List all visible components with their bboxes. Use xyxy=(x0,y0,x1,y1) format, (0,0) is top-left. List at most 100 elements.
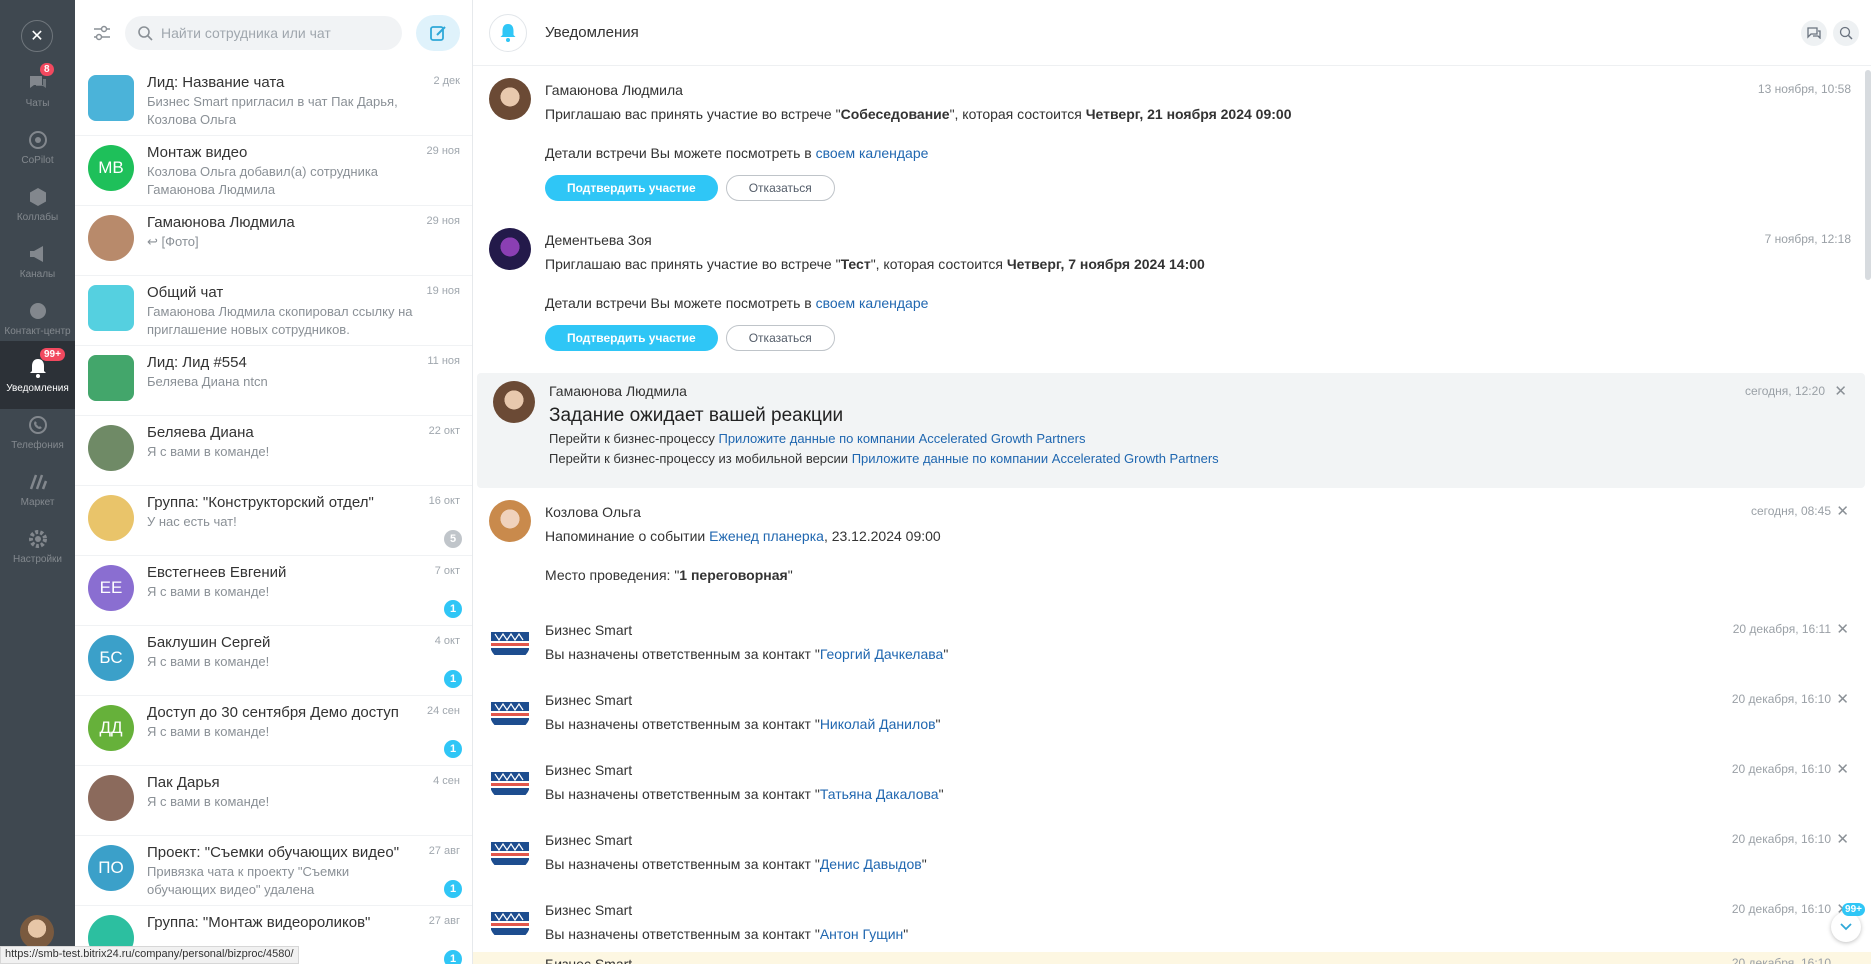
process-mobile-link[interactable]: Приложите данные по компании Accelerated… xyxy=(852,451,1219,466)
chat-date: 19 ноя xyxy=(426,285,460,297)
chat-preview: Беляева Диана ntcn xyxy=(147,374,268,389)
status-bar-url: https://smb-test.bitrix24.ru/company/per… xyxy=(0,946,299,964)
close-icon[interactable]: ✕ xyxy=(21,20,53,52)
unread-count-badge: 99+ xyxy=(1842,903,1865,916)
avatar xyxy=(489,500,531,542)
chat-date: 4 окт xyxy=(434,635,460,647)
calendar-link[interactable]: своем календаре xyxy=(816,295,929,311)
unread-badge: 8 xyxy=(40,63,54,76)
sender-name[interactable]: Козлова Ольга xyxy=(545,492,1871,520)
sender-name[interactable]: Дементьева Зоя xyxy=(545,220,1871,248)
close-icon[interactable]: ✕ xyxy=(1836,502,1849,520)
close-icon[interactable]: ✕ xyxy=(1836,760,1849,778)
chat-list-item[interactable]: Гамаюнова Людмила ↩ [Фото] 29 ноя xyxy=(75,206,472,276)
chat-preview: У нас есть чат! xyxy=(147,514,237,529)
chat-preview: Я с вами в команде! xyxy=(147,584,270,599)
chat-list-item[interactable]: ПО Проект: "Съемки обучающих видео" Привяз… xyxy=(75,836,472,906)
search-history-icon[interactable] xyxy=(1833,20,1859,46)
decline-button[interactable]: Отказаться xyxy=(725,175,835,201)
chat-avatar xyxy=(88,285,134,331)
chat-list-item[interactable]: ЕЕ Евстегнеев Евгений Я с вами в команде! 7… xyxy=(75,556,472,626)
bell-icon xyxy=(489,13,527,52)
filter-icon[interactable] xyxy=(87,18,117,48)
scroll-down-button[interactable]: 99+ xyxy=(1831,903,1865,942)
chat-preview: Я с вами в команде! xyxy=(147,654,270,669)
chat-list-item[interactable]: ДД Доступ до 30 сентября Демо доступ Я с в… xyxy=(75,696,472,766)
megaphone-icon xyxy=(27,243,49,265)
notification-task: Гамаюнова Людмила сегодня, 12:20 ✕ Задан… xyxy=(477,373,1865,488)
unread-badge: 1 xyxy=(444,740,462,758)
collab-icon xyxy=(27,186,49,208)
chat-preview: ↩ [Фото] xyxy=(147,234,199,249)
sender-name[interactable]: Бизнес Smart xyxy=(545,750,1871,778)
confirm-button[interactable]: Подтвердить участие xyxy=(545,175,718,201)
close-icon[interactable]: ✕ xyxy=(1836,620,1849,638)
contact-link[interactable]: Денис Давыдов xyxy=(820,856,922,872)
chat-list-item[interactable]: Группа: "Конструкторский отдел" У нас ест… xyxy=(75,486,472,556)
chat-avatar xyxy=(88,425,134,471)
chat-preview: Я с вами в команде! xyxy=(147,724,270,739)
close-icon[interactable]: ✕ xyxy=(1836,830,1849,848)
chat-list-item[interactable]: Лид: Название чата Бизнес Smart пригласил… xyxy=(75,66,472,136)
notifications-header: Уведомления xyxy=(473,0,1871,66)
contact-link[interactable]: Георгий Дачкелава xyxy=(820,646,944,662)
chat-list-toolbar: Найти сотрудника или чат xyxy=(75,0,472,66)
rail-label: Маркет xyxy=(20,496,55,508)
assignment-text: Вы назначены ответственным за контакт "Н… xyxy=(545,716,941,732)
reminder-text: Напоминание о событии Еженед планерка, 2… xyxy=(545,528,941,544)
chat-name: Пак Дарья xyxy=(147,774,220,791)
chat-list-item[interactable]: МВ Монтаж видео Козлова Ольга добавил(а) с… xyxy=(75,136,472,206)
sender-name[interactable]: Бизнес Smart xyxy=(545,890,1871,918)
close-icon[interactable]: ✕ xyxy=(1836,690,1849,708)
sender-name[interactable]: Бизнес Smart xyxy=(545,820,1871,848)
rail-label: Контакт-центр xyxy=(4,325,71,337)
chat-avatar: ПО xyxy=(88,845,134,891)
business-smart-logo xyxy=(489,620,531,662)
compose-icon xyxy=(430,26,446,41)
avatar-initials: ДД xyxy=(99,718,123,737)
calendar-link[interactable]: своем календаре xyxy=(816,145,929,161)
notification-time: 20 декабря, 16:10 xyxy=(1731,902,1831,916)
notification-time: 20 декабря, 16:10 xyxy=(1731,956,1831,964)
user-avatar[interactable] xyxy=(20,915,54,949)
chat-date: 27 авг xyxy=(428,845,460,857)
chat-list-item[interactable]: Общий чат Гамаюнова Людмила скопировал сс… xyxy=(75,276,472,346)
left-rail: ✕ Чаты 8 CoPilot Коллабы Каналы Контакт-… xyxy=(0,0,75,964)
chat-preview: Привязка чата к проекту "Съемки обучающи… xyxy=(147,864,350,897)
sender-name[interactable]: Бизнес Smart xyxy=(545,680,1871,708)
chat-name: Баклушин Сергей xyxy=(147,634,271,651)
chat-list-item[interactable]: Лид: Лид #554 Беляева Диана ntcn 11 ноя xyxy=(75,346,472,416)
business-smart-logo xyxy=(489,830,531,872)
event-link[interactable]: Еженед планерка xyxy=(709,528,824,544)
notification-partial: Бизнес Smart 20 декабря, 16:10 xyxy=(473,952,1871,964)
rail-settings[interactable]: Настройки xyxy=(0,512,75,580)
close-icon[interactable]: ✕ xyxy=(1834,382,1847,400)
confirm-button[interactable]: Подтвердить участие xyxy=(545,325,718,351)
contact-link[interactable]: Антон Гущин xyxy=(820,926,903,942)
notification-time: сегодня, 12:20 xyxy=(1744,384,1825,398)
notification-assignment: Бизнес Smart20 декабря, 16:10 ✕ Вы назначе… xyxy=(473,750,1871,820)
chat-list-item[interactable]: БС Баклушин Сергей Я с вами в команде! 4 ок… xyxy=(75,626,472,696)
sender-name[interactable]: Бизнес Smart xyxy=(545,610,1871,638)
scrollbar[interactable] xyxy=(1865,70,1871,280)
notification-time: 20 декабря, 16:11 xyxy=(1732,622,1831,636)
sender-name[interactable]: Гамаюнова Людмила xyxy=(549,373,1865,399)
process-link[interactable]: Приложите данные по компании Accelerated… xyxy=(718,431,1085,446)
sender-name[interactable]: Гамаюнова Людмила xyxy=(545,70,1871,98)
decline-button[interactable]: Отказаться xyxy=(725,325,835,351)
task-link-row: Перейти к бизнес-процессу Приложите данн… xyxy=(549,431,1086,446)
search-input[interactable]: Найти сотрудника или чат xyxy=(125,16,402,50)
rail-label: Настройки xyxy=(12,553,63,565)
new-chat-button[interactable] xyxy=(416,15,460,51)
chat-avatar: ДД xyxy=(88,705,134,751)
notification-invite: Гамаюнова Людмила 13 ноября, 10:58 Пригл… xyxy=(473,70,1871,201)
assignment-text: Вы назначены ответственным за контакт "Г… xyxy=(545,646,949,662)
contact-link[interactable]: Николай Данилов xyxy=(820,716,936,732)
chat-name: Проект: "Съемки обучающих видео" xyxy=(147,844,400,861)
unread-badge: 1 xyxy=(444,670,462,688)
chat-list-item[interactable]: Беляева Диана Я с вами в команде! 22 окт xyxy=(75,416,472,486)
unread-badge: 1 xyxy=(444,950,462,964)
chat-messages-icon[interactable] xyxy=(1801,20,1827,46)
chat-list-item[interactable]: Пак Дарья Я с вами в команде! 4 сен xyxy=(75,766,472,836)
contact-link[interactable]: Татьяна Дакалова xyxy=(820,786,939,802)
